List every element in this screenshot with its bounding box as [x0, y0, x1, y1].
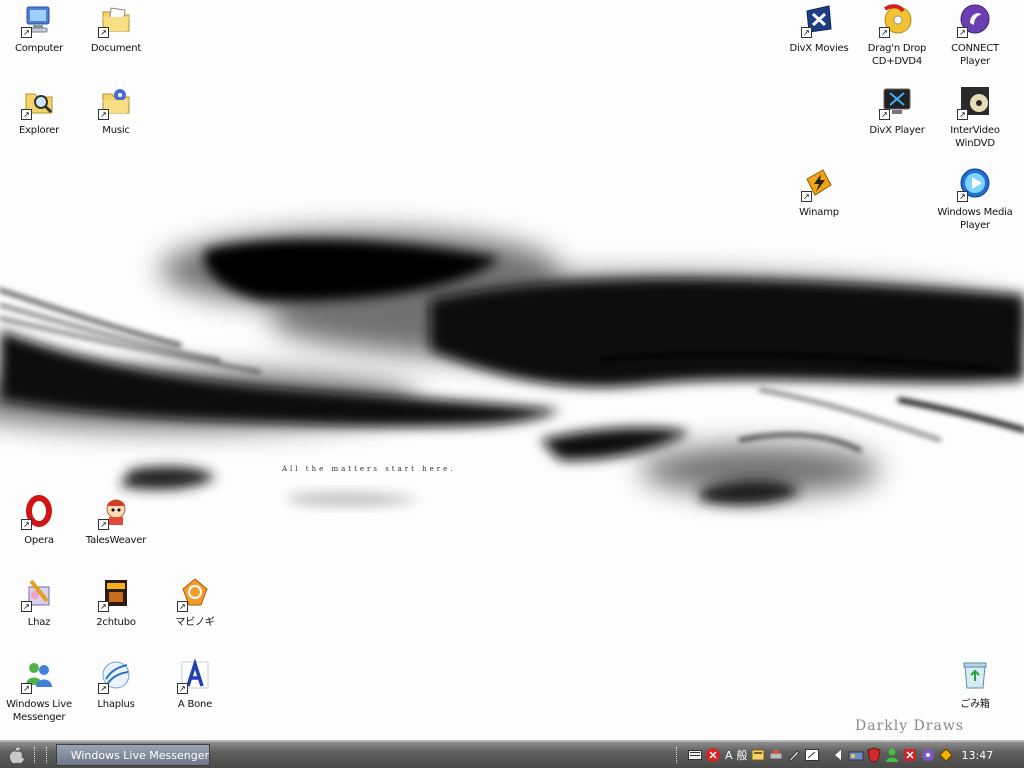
- desktop-icon-lhaplus[interactable]: ↗ Lhaplus: [77, 658, 155, 711]
- desktop-icon-windows-media-player[interactable]: ↗ Windows Media Player: [936, 166, 1014, 232]
- connect-player-icon: ↗: [957, 2, 992, 38]
- winamp-tray-icon[interactable]: [938, 747, 954, 763]
- divx-player-icon: ↗: [879, 84, 914, 120]
- ime-pad-icon[interactable]: [804, 747, 820, 763]
- lhaplus-icon: ↗: [98, 658, 133, 694]
- desktop-icon-windows-live-messenger[interactable]: ↗ Windows Live Messenger: [0, 658, 78, 724]
- ime-icon[interactable]: [705, 747, 721, 763]
- alert-icon[interactable]: [902, 747, 918, 763]
- messenger-icon: [63, 754, 65, 756]
- toolbar-grip[interactable]: [46, 747, 51, 763]
- messenger-status-icon[interactable]: [884, 747, 900, 763]
- tools-icon[interactable]: [768, 747, 784, 763]
- mabinogi-icon: ↗: [177, 576, 212, 612]
- desktop-icon-intervideo-windvd[interactable]: ↗ InterVideo WinDVD: [936, 84, 1014, 150]
- desktop-icon-opera[interactable]: ↗ Opera: [0, 494, 78, 547]
- security-shield-icon[interactable]: [866, 747, 882, 763]
- desktop-icon-recycle-bin[interactable]: ごみ箱: [936, 658, 1014, 711]
- windvd-icon: ↗: [957, 84, 992, 120]
- dictionary-icon[interactable]: [750, 747, 766, 763]
- a-bone-icon: ↗: [177, 658, 212, 694]
- taskbar: Windows Live Messenger A 般 13:47: [0, 740, 1024, 768]
- media-player-icon: ↗: [957, 166, 992, 202]
- music-folder-icon: ↗: [98, 84, 133, 120]
- opera-icon: ↗: [21, 494, 56, 530]
- desktop-icon-document[interactable]: ↗ Document: [77, 2, 155, 55]
- apple-logo-icon: [10, 747, 24, 764]
- task-button-label: Windows Live Messenger: [70, 748, 209, 762]
- recycle-bin-icon: [958, 658, 992, 692]
- desktop-icon-2chtubo[interactable]: ↗ 2chtubo: [77, 576, 155, 629]
- desktop-icon-divx-movies[interactable]: ↗ DivX Movies: [780, 2, 858, 55]
- desktop-icon-connect-player[interactable]: ↗ CONNECT Player: [936, 2, 1014, 68]
- disc-icon: ↗: [879, 2, 914, 38]
- keyboard-icon[interactable]: [687, 747, 703, 763]
- desktop-icon-music[interactable]: ↗ Music: [77, 84, 155, 137]
- talesweaver-icon: ↗: [98, 494, 133, 530]
- explorer-icon: ↗: [21, 84, 56, 120]
- desktop[interactable]: All the matters start here. Darkly Draws…: [0, 0, 1024, 740]
- start-button[interactable]: [4, 745, 30, 765]
- desktop-icon-explorer[interactable]: ↗ Explorer: [0, 84, 78, 137]
- system-tray: A 般 13:47: [676, 744, 1022, 766]
- desktop-icon-lhaz[interactable]: ↗ Lhaz: [0, 576, 78, 629]
- desktop-icon-winamp[interactable]: ↗ Winamp: [780, 166, 858, 219]
- 2chtubo-icon: ↗: [98, 576, 133, 612]
- lhaz-icon: ↗: [21, 576, 56, 612]
- messenger-icon: ↗: [21, 658, 56, 694]
- document-folder-icon: ↗: [98, 2, 133, 38]
- computer-icon: ↗: [21, 2, 56, 38]
- desktop-icon-a-bone[interactable]: ↗ A Bone: [156, 658, 234, 711]
- divx-movies-icon: ↗: [801, 2, 836, 38]
- desktop-icon-divx-player[interactable]: ↗ DivX Player: [858, 84, 936, 137]
- desktop-icon-dragndrop-cd-dvd[interactable]: ↗ Drag'n Drop CD+DVD4: [858, 2, 936, 68]
- clock[interactable]: 13:47: [962, 749, 994, 762]
- desktop-icon-computer[interactable]: ↗ Computer: [0, 2, 78, 55]
- task-button-windows-live-messenger[interactable]: Windows Live Messenger: [56, 744, 210, 766]
- winamp-icon: ↗: [801, 166, 836, 202]
- desktop-icon-mabinogi[interactable]: ↗ マビノギ: [156, 576, 234, 629]
- wallpaper-motto: All the matters start here.: [282, 465, 456, 473]
- desktop-icon-talesweaver[interactable]: ↗ TalesWeaver: [77, 494, 155, 547]
- show-hidden-icons-arrow[interactable]: [830, 747, 846, 763]
- ime-conversion-mode[interactable]: 般: [737, 747, 748, 763]
- connect-tray-icon[interactable]: [920, 747, 936, 763]
- ime-input-mode[interactable]: A: [725, 749, 733, 762]
- network-icon[interactable]: [848, 747, 864, 763]
- pen-icon[interactable]: [786, 747, 802, 763]
- wallpaper-signature: Darkly Draws: [855, 718, 965, 734]
- toolbar-grip[interactable]: [34, 747, 39, 763]
- tray-grip[interactable]: [676, 747, 681, 763]
